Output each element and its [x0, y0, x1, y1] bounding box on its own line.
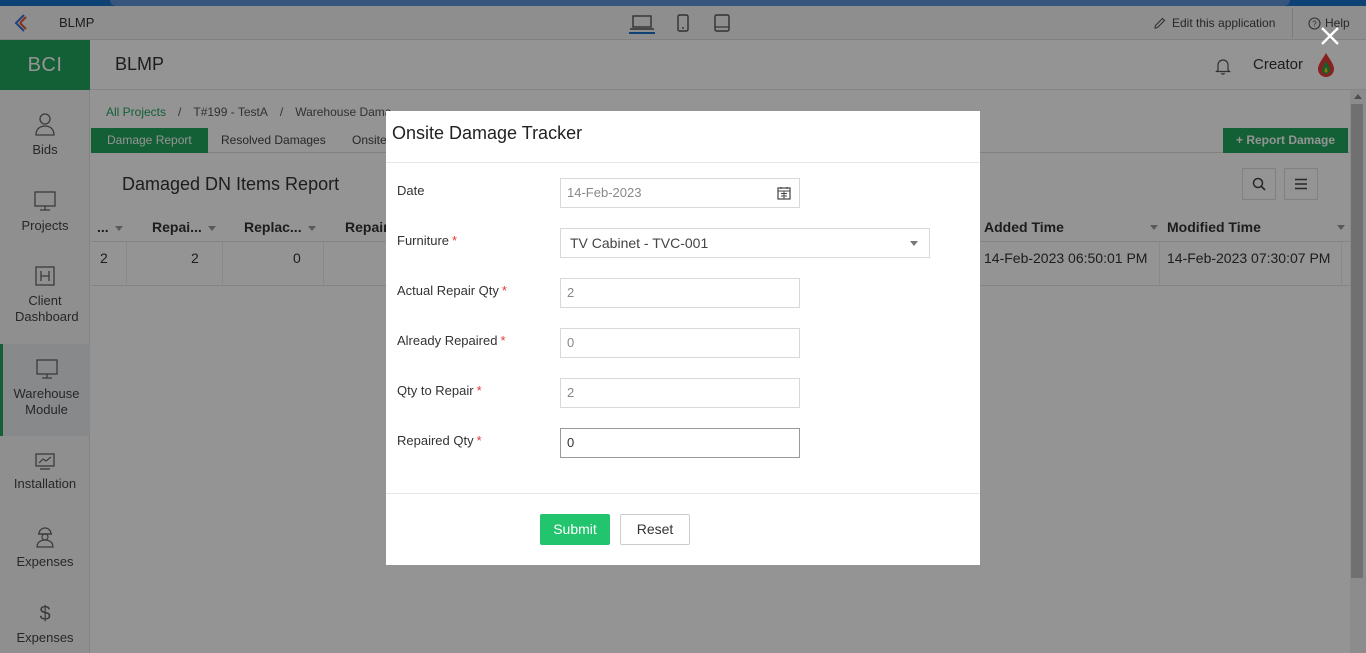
required-mark: * [452, 233, 458, 248]
date-field[interactable]: 14-Feb-2023 [560, 178, 800, 208]
already-repaired-label: Already Repaired * [397, 333, 506, 348]
repaired-qty-value: 0 [567, 435, 575, 450]
already-repaired-value: 0 [567, 335, 575, 350]
required-mark: * [476, 433, 482, 448]
close-icon[interactable] [1318, 24, 1342, 48]
date-label: Date [397, 183, 425, 198]
submit-button[interactable]: Submit [540, 514, 610, 545]
qty-to-repair-value: 2 [567, 385, 575, 400]
required-mark: * [500, 333, 506, 348]
calendar-icon[interactable] [777, 186, 791, 200]
onsite-damage-tracker-dialog: Onsite Damage Tracker Date 14-Feb-2023 F… [386, 111, 980, 565]
actual-repair-qty-field[interactable]: 2 [560, 278, 800, 308]
repaired-qty-label: Repaired Qty * [397, 433, 482, 448]
date-value: 14-Feb-2023 [567, 185, 642, 200]
required-mark: * [476, 383, 482, 398]
reset-button[interactable]: Reset [620, 514, 690, 545]
qty-to-repair-label: Qty to Repair * [397, 383, 482, 398]
dialog-divider [386, 493, 980, 494]
dialog-title: Onsite Damage Tracker [392, 123, 583, 143]
already-repaired-field[interactable]: 0 [560, 328, 800, 358]
furniture-select[interactable]: TV Cabinet - TVC-001 [560, 228, 930, 258]
furniture-value: TV Cabinet - TVC-001 [570, 235, 709, 251]
actual-repair-qty-label: Actual Repair Qty * [397, 283, 507, 298]
actual-repair-qty-value: 2 [567, 285, 575, 300]
qty-to-repair-field[interactable]: 2 [560, 378, 800, 408]
dialog-divider [386, 162, 980, 163]
repaired-qty-field[interactable]: 0 [560, 428, 800, 458]
chevron-down-icon [910, 241, 918, 246]
required-mark: * [501, 283, 507, 298]
furniture-label: Furniture * [397, 233, 458, 248]
